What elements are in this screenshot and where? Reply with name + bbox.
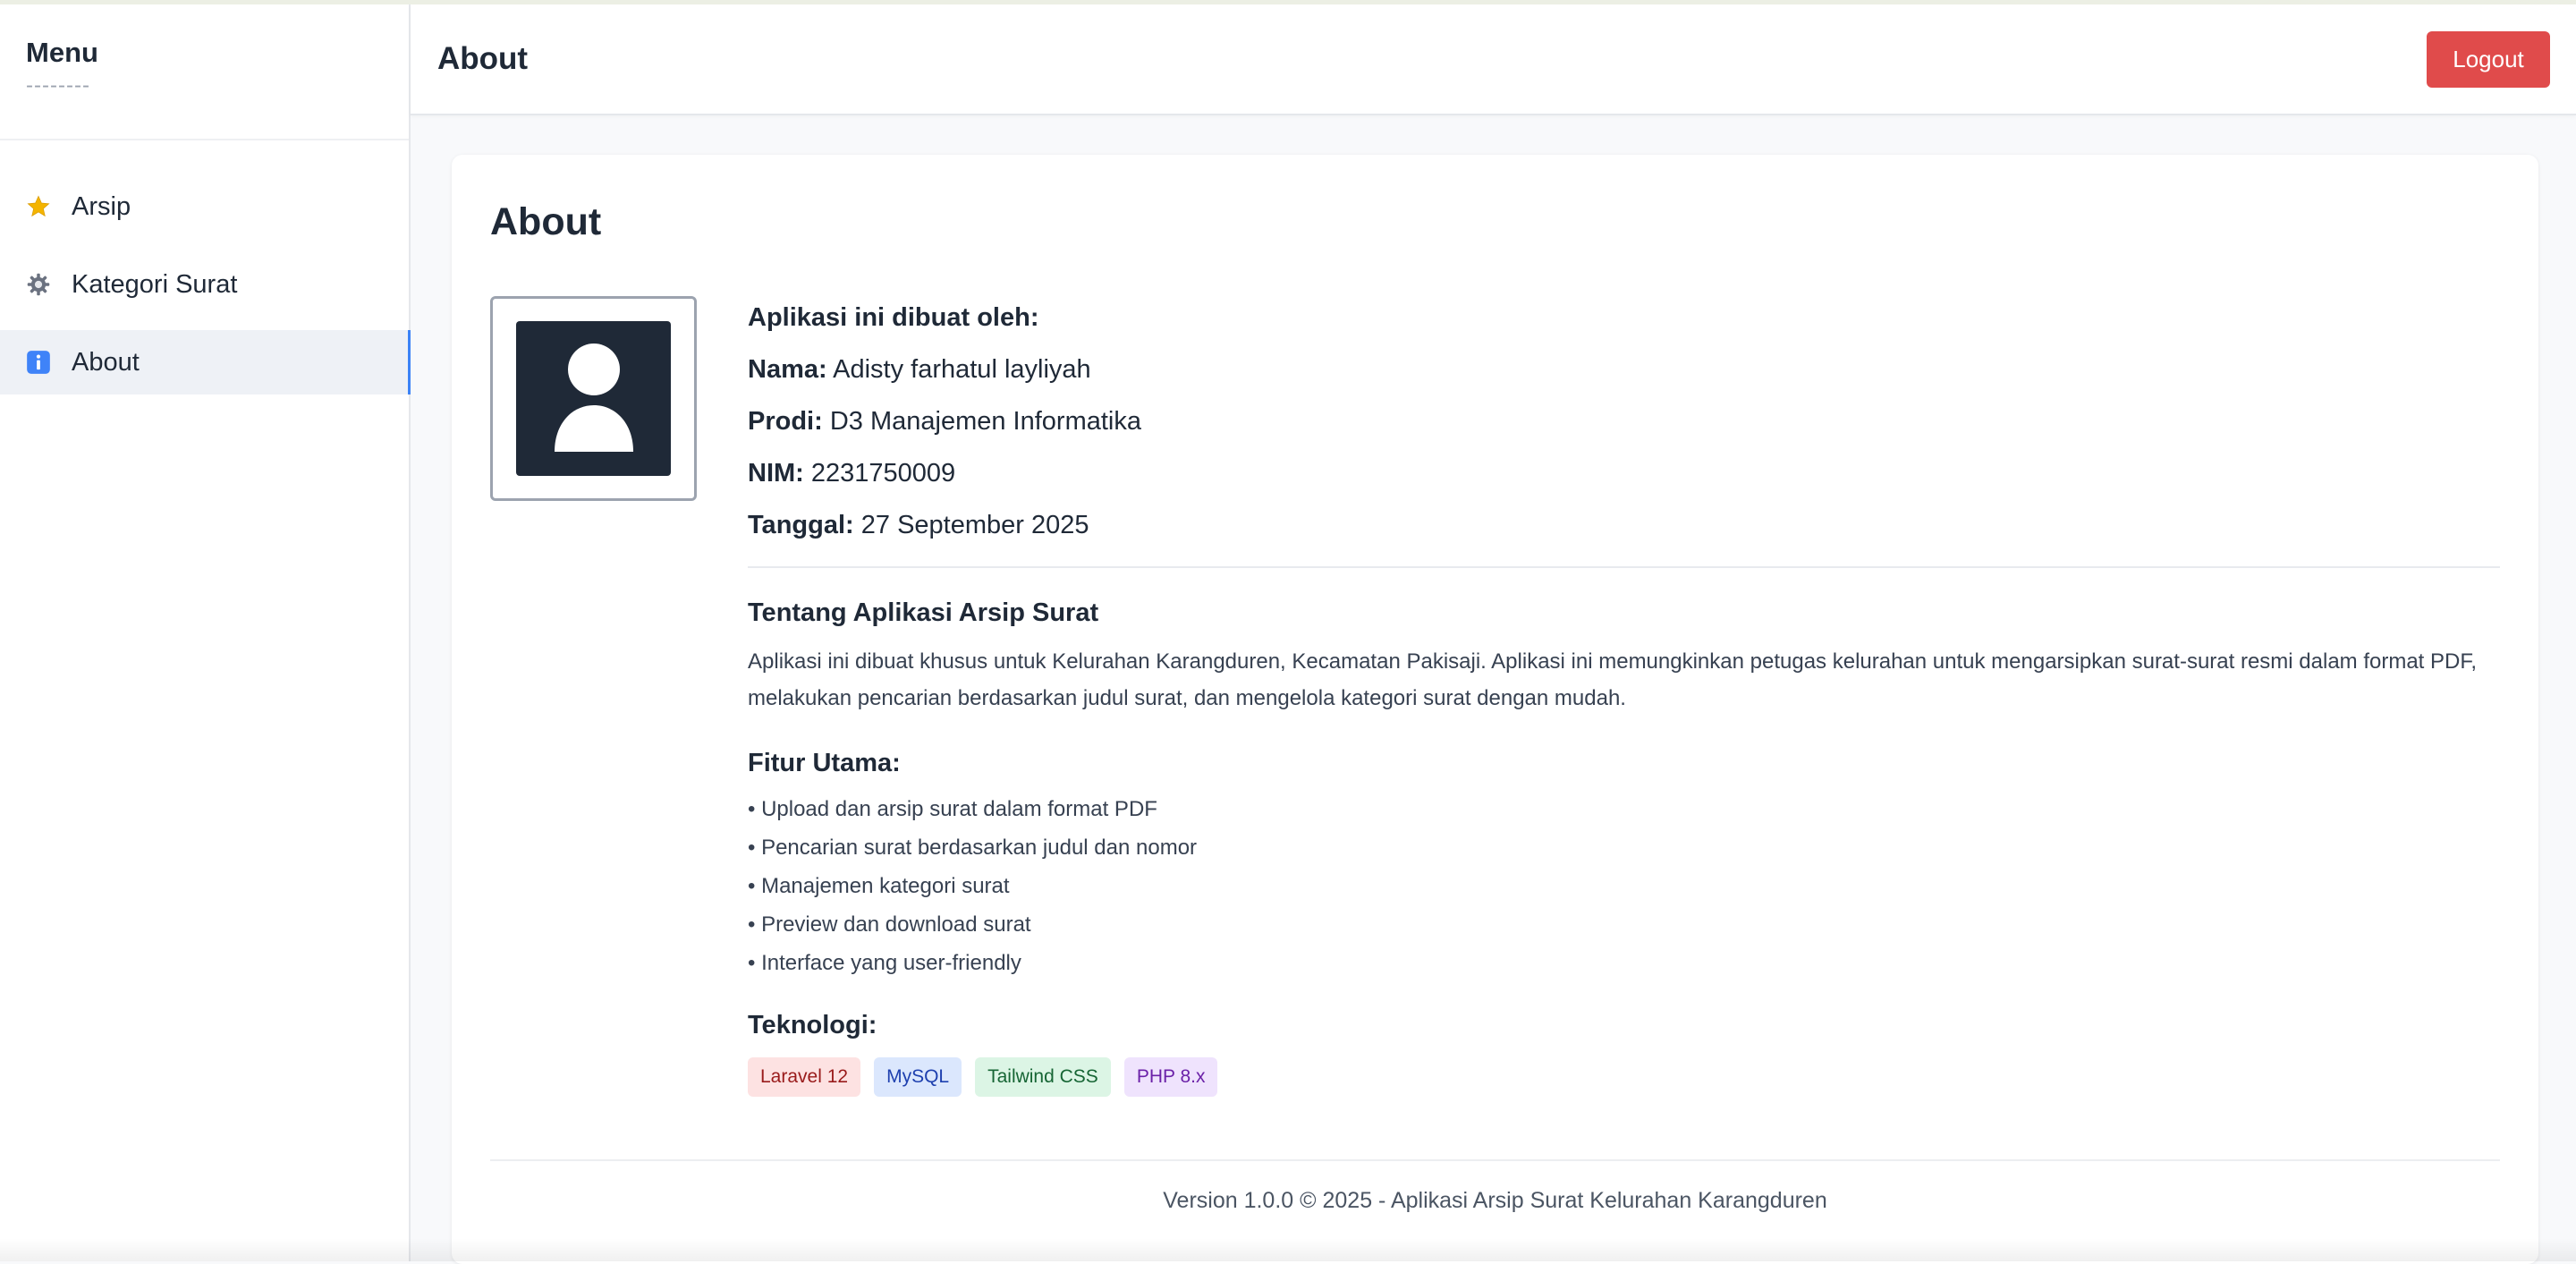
creator-heading: Aplikasi ini dibuat oleh: [748, 301, 2500, 334]
info-prodi: Prodi: D3 Manajemen Informatika [748, 405, 2500, 437]
star-icon [26, 194, 51, 219]
creator-heading-text: Aplikasi ini dibuat oleh: [748, 303, 1038, 332]
nama-value: Adisty farhatul layliyah [833, 355, 1091, 384]
menu-title: Menu [26, 35, 383, 71]
info-nim: NIM: 2231750009 [748, 457, 2500, 489]
info-tanggal: Tanggal: 27 September 2025 [748, 509, 2500, 541]
nama-label: Nama: [748, 355, 827, 384]
card-title: About [490, 198, 2500, 246]
tech-badges: Laravel 12 MySQL Tailwind CSS PHP 8.x [748, 1057, 2500, 1097]
features-list: • Upload dan arsip surat dalam format PD… [748, 790, 2500, 982]
info-icon [26, 350, 51, 375]
sidebar-item-about[interactable]: About [0, 330, 409, 394]
sidebar-item-label: Kategori Surat [72, 270, 237, 300]
version-footer: Version 1.0.0 © 2025 - Aplikasi Arsip Su… [490, 1159, 2500, 1214]
main-area: About Logout About Aplikasi ini dibuat o… [411, 4, 2576, 1261]
nim-value: 2231750009 [811, 459, 955, 488]
logout-button[interactable]: Logout [2427, 31, 2550, 88]
tech-badge-tailwind: Tailwind CSS [975, 1057, 1111, 1097]
features-title: Fitur Utama: [748, 747, 2500, 779]
top-bar: About Logout [411, 4, 2576, 115]
sidebar: Menu -------- Arsip [0, 4, 411, 1261]
about-card: About Aplikasi ini dibuat oleh: Nama: Ad… [452, 155, 2538, 1264]
info-nama: Nama: Adisty farhatul layliyah [748, 353, 2500, 386]
nim-label: NIM: [748, 459, 804, 488]
sidebar-header: Menu -------- [0, 4, 409, 140]
card-body: Aplikasi ini dibuat oleh: Nama: Adisty f… [490, 296, 2500, 1097]
tech-title: Teknologi: [748, 1009, 2500, 1041]
list-item: • Upload dan arsip surat dalam format PD… [748, 790, 2500, 828]
list-item: • Preview dan download surat [748, 905, 2500, 944]
list-item: • Pencarian surat berdasarkan judul dan … [748, 828, 2500, 867]
gear-icon [26, 272, 51, 297]
about-app-title: Tentang Aplikasi Arsip Surat [748, 597, 2500, 629]
tanggal-label: Tanggal: [748, 511, 854, 539]
tech-badge-laravel: Laravel 12 [748, 1057, 860, 1097]
menu-subtitle: -------- [26, 72, 383, 99]
list-item: • Manajemen kategori surat [748, 867, 2500, 905]
app-root: Menu -------- Arsip [0, 4, 2576, 1261]
tanggal-value: 27 September 2025 [861, 511, 1089, 539]
divider [748, 566, 2500, 568]
page-title: About [437, 41, 528, 77]
sidebar-nav: Arsip [0, 174, 409, 394]
about-app-description: Aplikasi ini dibuat khusus untuk Kelurah… [748, 643, 2500, 717]
tech-badge-php: PHP 8.x [1124, 1057, 1218, 1097]
info-section: Aplikasi ini dibuat oleh: Nama: Adisty f… [748, 296, 2500, 1097]
prodi-value: D3 Manajemen Informatika [830, 407, 1141, 436]
list-item: • Interface yang user-friendly [748, 944, 2500, 982]
tech-badge-mysql: MySQL [874, 1057, 962, 1097]
sidebar-item-label: Arsip [72, 192, 131, 222]
sidebar-item-label: About [72, 348, 140, 378]
user-icon [516, 321, 671, 476]
sidebar-item-kategori-surat[interactable]: Kategori Surat [0, 252, 409, 317]
sidebar-item-arsip[interactable]: Arsip [0, 174, 409, 239]
prodi-label: Prodi: [748, 407, 823, 436]
avatar [490, 296, 697, 501]
